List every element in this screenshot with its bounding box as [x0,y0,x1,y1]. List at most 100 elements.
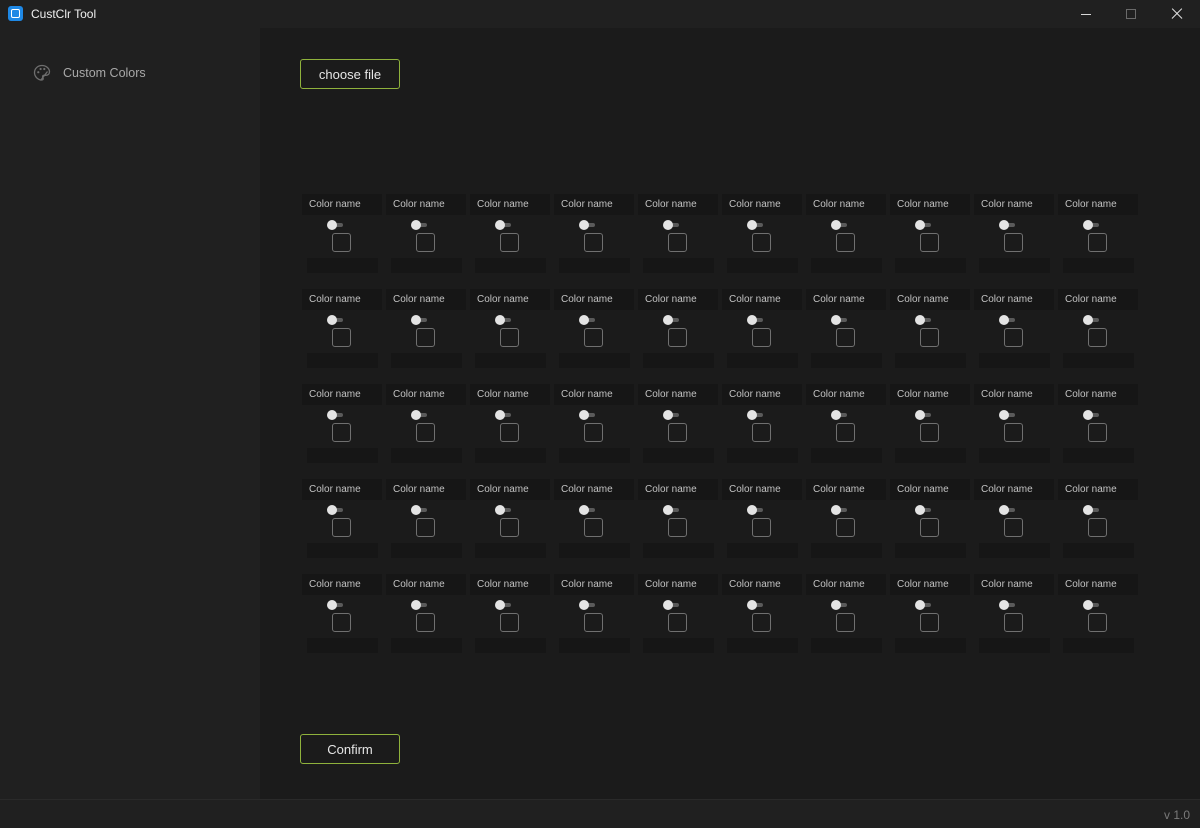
color-name-input[interactable]: Color name [1058,289,1138,310]
color-checkbox[interactable] [752,233,771,252]
color-checkbox[interactable] [1004,233,1023,252]
color-name-input[interactable]: Color name [302,194,382,215]
color-value-input[interactable] [475,258,546,273]
color-value-input[interactable] [811,448,882,463]
close-button[interactable] [1154,0,1200,28]
color-checkbox[interactable] [836,613,855,632]
color-value-input[interactable] [475,353,546,368]
color-toggle[interactable] [411,600,429,610]
color-name-input[interactable]: Color name [722,289,802,310]
color-toggle[interactable] [747,410,765,420]
color-value-input[interactable] [895,543,966,558]
color-checkbox[interactable] [752,423,771,442]
color-value-input[interactable] [475,543,546,558]
color-toggle[interactable] [915,220,933,230]
color-toggle[interactable] [579,315,597,325]
color-toggle[interactable] [579,220,597,230]
color-name-input[interactable]: Color name [974,289,1054,310]
color-value-input[interactable] [559,258,630,273]
color-checkbox[interactable] [920,233,939,252]
color-value-input[interactable] [307,353,378,368]
color-value-input[interactable] [811,543,882,558]
color-toggle[interactable] [411,220,429,230]
color-name-input[interactable]: Color name [890,574,970,595]
color-name-input[interactable]: Color name [470,574,550,595]
color-name-input[interactable]: Color name [1058,574,1138,595]
color-toggle[interactable] [831,505,849,515]
color-checkbox[interactable] [668,613,687,632]
color-toggle[interactable] [495,600,513,610]
color-name-input[interactable]: Color name [470,384,550,405]
color-name-input[interactable]: Color name [722,479,802,500]
color-name-input[interactable]: Color name [554,479,634,500]
color-toggle[interactable] [999,220,1017,230]
color-checkbox[interactable] [1088,233,1107,252]
color-value-input[interactable] [979,638,1050,653]
color-toggle[interactable] [579,505,597,515]
color-toggle[interactable] [411,315,429,325]
color-toggle[interactable] [579,600,597,610]
color-checkbox[interactable] [416,613,435,632]
color-toggle[interactable] [1083,220,1101,230]
color-checkbox[interactable] [416,518,435,537]
color-checkbox[interactable] [836,233,855,252]
color-value-input[interactable] [895,448,966,463]
color-toggle[interactable] [1083,315,1101,325]
color-toggle[interactable] [915,410,933,420]
color-value-input[interactable] [811,353,882,368]
color-checkbox[interactable] [500,328,519,347]
color-toggle[interactable] [999,410,1017,420]
color-checkbox[interactable] [752,613,771,632]
color-toggle[interactable] [495,315,513,325]
color-value-input[interactable] [1063,448,1134,463]
color-checkbox[interactable] [500,613,519,632]
color-value-input[interactable] [979,258,1050,273]
color-toggle[interactable] [1083,600,1101,610]
color-toggle[interactable] [831,220,849,230]
color-checkbox[interactable] [1004,518,1023,537]
color-checkbox[interactable] [1004,328,1023,347]
color-checkbox[interactable] [584,518,603,537]
color-value-input[interactable] [727,543,798,558]
color-checkbox[interactable] [332,328,351,347]
color-name-input[interactable]: Color name [1058,384,1138,405]
color-toggle[interactable] [495,410,513,420]
color-checkbox[interactable] [1088,613,1107,632]
color-value-input[interactable] [895,258,966,273]
color-checkbox[interactable] [668,328,687,347]
color-checkbox[interactable] [668,233,687,252]
color-checkbox[interactable] [668,518,687,537]
color-value-input[interactable] [895,353,966,368]
color-checkbox[interactable] [920,423,939,442]
color-value-input[interactable] [979,543,1050,558]
color-checkbox[interactable] [584,233,603,252]
color-name-input[interactable]: Color name [1058,479,1138,500]
color-checkbox[interactable] [836,518,855,537]
color-name-input[interactable]: Color name [638,574,718,595]
color-checkbox[interactable] [1004,423,1023,442]
color-name-input[interactable]: Color name [554,384,634,405]
color-checkbox[interactable] [332,613,351,632]
color-toggle[interactable] [747,505,765,515]
color-toggle[interactable] [747,600,765,610]
color-toggle[interactable] [1083,410,1101,420]
color-value-input[interactable] [643,353,714,368]
color-name-input[interactable]: Color name [638,384,718,405]
color-value-input[interactable] [475,448,546,463]
color-toggle[interactable] [663,315,681,325]
color-value-input[interactable] [643,448,714,463]
color-checkbox[interactable] [500,518,519,537]
color-checkbox[interactable] [1088,328,1107,347]
color-name-input[interactable]: Color name [638,194,718,215]
maximize-button[interactable] [1108,0,1154,28]
color-toggle[interactable] [495,220,513,230]
color-toggle[interactable] [1083,505,1101,515]
color-toggle[interactable] [915,315,933,325]
color-value-input[interactable] [1063,258,1134,273]
color-value-input[interactable] [391,543,462,558]
color-toggle[interactable] [327,410,345,420]
color-name-input[interactable]: Color name [806,479,886,500]
color-checkbox[interactable] [332,423,351,442]
color-checkbox[interactable] [332,518,351,537]
color-name-input[interactable]: Color name [974,574,1054,595]
